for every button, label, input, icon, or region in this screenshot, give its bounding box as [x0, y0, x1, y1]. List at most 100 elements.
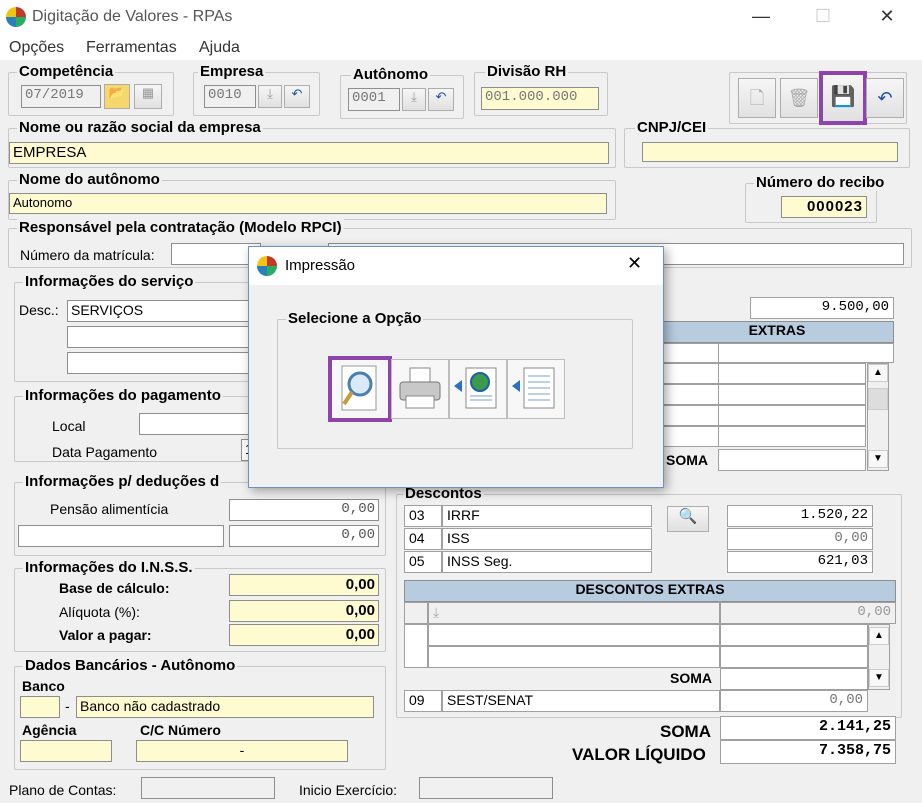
competencia-field[interactable]: 07/2019 [21, 85, 101, 108]
servico-label: Informações do serviço [23, 273, 196, 290]
pensao-field[interactable]: 0,00 [229, 499, 379, 521]
inicio-exercicio-label: Inicio Exercício: [299, 782, 398, 798]
extras-cell[interactable] [718, 405, 866, 426]
desc-line2-field[interactable] [67, 326, 267, 348]
matricula-label: Número da matrícula: [20, 247, 155, 263]
descontos-extras-cell[interactable] [720, 646, 868, 668]
banco-name-field[interactable]: Banco não cadastrado [76, 696, 374, 718]
desconto-code: 04 [404, 528, 442, 550]
banco-code-field[interactable] [20, 696, 60, 718]
desc-label: Desc.: [19, 302, 59, 318]
minimize-button[interactable]: — [738, 0, 784, 34]
app-icon [6, 7, 26, 27]
desc-field[interactable]: SERVIÇOS [67, 300, 267, 322]
extras-cell[interactable] [718, 426, 866, 447]
save-icon[interactable]: 💾 [819, 71, 867, 125]
soma-total-value: 2.141,25 [720, 716, 896, 740]
scroll-down-icon[interactable]: ▼ [868, 450, 888, 468]
undo-icon[interactable]: ↶ [284, 85, 310, 108]
undo-icon[interactable]: ↶ [428, 88, 454, 111]
autonomo-field[interactable]: 0001 [348, 88, 400, 111]
preview-magnifier-icon[interactable] [328, 356, 392, 422]
extras-cell[interactable] [718, 384, 866, 405]
outra-deducao-desc-field[interactable] [18, 525, 224, 547]
export-web-icon[interactable] [449, 359, 507, 419]
descontos-scrollbar[interactable]: ▲ ▼ [868, 624, 890, 690]
export-document-icon[interactable] [507, 359, 565, 419]
descontos-extras-cell[interactable] [428, 646, 720, 668]
base-calculo-field[interactable]: 0,00 [229, 574, 379, 596]
extras-cell[interactable] [660, 363, 720, 384]
extras-cell[interactable] [718, 363, 866, 384]
menu-ferramentas[interactable]: Ferramentas [86, 39, 177, 57]
cc-field[interactable]: - [136, 740, 348, 762]
descontos-extras-cell[interactable] [404, 624, 428, 668]
scroll-up-icon[interactable]: ▲ [868, 364, 888, 382]
desconto-code: 05 [404, 551, 442, 573]
aliquota-label: Alíquota (%): [59, 604, 140, 620]
outra-deducao-field[interactable]: 0,00 [229, 525, 379, 547]
menu-ajuda[interactable]: Ajuda [199, 39, 240, 57]
download-icon[interactable]: ⤓ [402, 88, 426, 111]
autonomo-label: Autônomo [351, 66, 430, 83]
extras-cell[interactable] [660, 384, 720, 405]
magnifier-icon[interactable]: 🔍 [667, 506, 709, 532]
responsavel-label: Responsável pela contratação (Modelo RPC… [17, 219, 344, 236]
recibo-label: Número do recibo [754, 174, 887, 191]
valor-pagar-field[interactable]: 0,00 [229, 624, 379, 646]
inss-seg-value[interactable]: 621,03 [727, 551, 873, 573]
sest-value[interactable]: 0,00 [720, 690, 868, 712]
scroll-up-icon[interactable]: ▲ [869, 627, 889, 645]
agencia-label: Agência [22, 722, 77, 738]
recibo-field[interactable]: 000023 [781, 196, 867, 218]
razao-field[interactable]: EMPRESA [9, 142, 609, 164]
extras-cell[interactable] [660, 426, 720, 447]
cnpj-field[interactable] [642, 142, 898, 162]
download-icon[interactable]: ⤓ [428, 602, 720, 624]
aliquota-field[interactable]: 0,00 [229, 600, 379, 622]
extras-scrollbar[interactable]: ▲ ▼ [867, 363, 889, 471]
local-label: Local [52, 418, 86, 434]
calendar-icon[interactable]: ▦ [134, 84, 162, 109]
selecione-opcao-label: Selecione a Opção [286, 310, 424, 327]
undo-icon[interactable]: ↶ [866, 78, 904, 118]
valor-liquido-value: 7.358,75 [720, 740, 896, 764]
nome-autonomo-label: Nome do autônomo [17, 171, 162, 188]
divisao-field[interactable]: 001.000.000 [481, 87, 599, 110]
valor-liquido-label: VALOR LÍQUIDO [572, 745, 706, 764]
proventos-total-field: 9.500,00 [750, 297, 894, 319]
descontos-extras-value: 0,00 [720, 602, 896, 624]
descontos-soma-label: SOMA [670, 670, 712, 686]
banco-label: Banco [22, 678, 65, 694]
delete-icon[interactable]: 🗑 [780, 78, 818, 118]
descontos-extras-cell[interactable] [720, 624, 868, 646]
agencia-field[interactable] [20, 740, 112, 762]
printer-icon[interactable] [391, 359, 449, 419]
menu-opcoes[interactable]: Opções [9, 39, 64, 57]
extras-cell[interactable] [718, 343, 894, 363]
scroll-down-icon[interactable]: ▼ [869, 669, 889, 687]
dialog-close-button[interactable]: ✕ [627, 253, 642, 274]
app-icon [257, 256, 277, 276]
desconto-name: ISS [442, 528, 652, 550]
descontos-extras-cell[interactable] [428, 624, 720, 646]
scroll-thumb[interactable] [868, 388, 888, 410]
iss-value[interactable]: 0,00 [727, 528, 873, 550]
folder-open-icon[interactable]: 📂 [104, 84, 130, 109]
new-document-icon[interactable]: 🗋 [738, 78, 776, 118]
dialog-title: Impressão [285, 257, 356, 274]
sest-code: 09 [404, 690, 442, 712]
cnpj-label: CNPJ/CEI [635, 119, 709, 136]
base-calculo-label: Base de cálculo: [59, 580, 170, 596]
close-button[interactable]: ✕ [864, 0, 910, 34]
valor-pagar-label: Valor a pagar: [59, 627, 152, 643]
download-icon[interactable]: ⤓ [258, 85, 282, 108]
deducoes-label: Informações p/ deduções d [23, 473, 222, 490]
nome-autonomo-field[interactable]: Autonomo [9, 193, 607, 214]
extras-cell[interactable] [660, 343, 720, 363]
irrf-value[interactable]: 1.520,22 [727, 505, 873, 527]
maximize-button[interactable]: ☐ [800, 0, 846, 34]
desc-line3-field[interactable] [67, 352, 267, 374]
empresa-field[interactable]: 0010 [204, 85, 256, 108]
extras-cell[interactable] [660, 405, 720, 426]
